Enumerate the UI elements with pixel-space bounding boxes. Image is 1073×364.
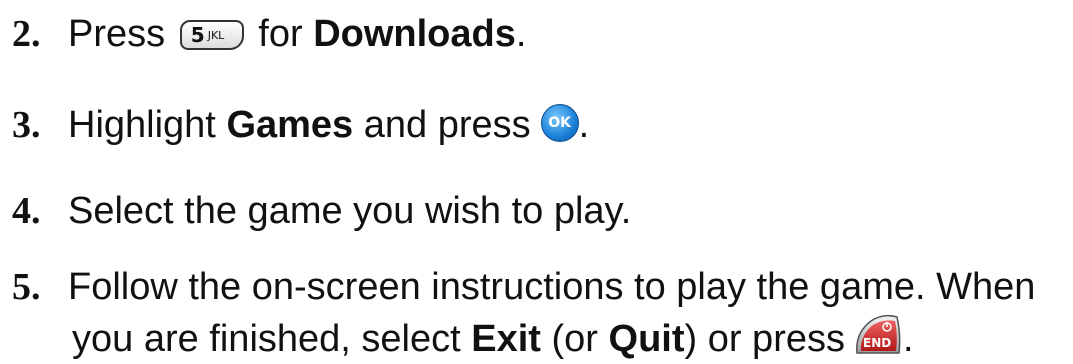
step-5-continuation: you are finished, select Exit (or Quit) …	[72, 313, 914, 361]
key-label: 5	[190, 23, 205, 47]
step-number: 5.	[12, 266, 41, 308]
menu-term-games: Games	[226, 104, 354, 146]
step-prefix: Press	[68, 13, 166, 55]
menu-term-exit: Exit	[471, 318, 541, 360]
step-text: Press 5 JKL for Downloads.	[68, 13, 526, 55]
step-prefix: Highlight	[68, 104, 216, 146]
step-4: 4. Select the game you wish to play.	[8, 189, 1068, 233]
step-text: Select the game you wish to play.	[68, 190, 632, 232]
step-2: 2. Press 5 JKL for Downloads.	[8, 12, 1068, 56]
ok-key-icon: OK	[540, 104, 579, 142]
step-number: 2.	[12, 13, 41, 55]
step-text: Highlight Games and press OK.	[68, 104, 589, 146]
step-middle-2: ) or press	[684, 318, 845, 360]
step-suffix: .	[515, 13, 527, 55]
menu-term-downloads: Downloads	[313, 13, 516, 55]
step-number: 4.	[12, 190, 41, 232]
key-5-jkl-icon: 5 JKL	[179, 20, 244, 50]
step-suffix: .	[902, 318, 914, 360]
key-sublabel: JKL	[207, 29, 225, 42]
step-middle: for	[258, 13, 303, 55]
step-3: 3. Highlight Games and press OK.	[8, 103, 1068, 147]
step-number: 3.	[12, 104, 41, 146]
step-suffix: .	[578, 104, 590, 146]
key-label: END	[863, 336, 891, 350]
key-label: OK	[548, 115, 572, 131]
step-middle: (or	[551, 318, 598, 360]
step-5: 5. Follow the on-screen instructions to p…	[8, 265, 1068, 309]
step-prefix: you are finished, select	[72, 318, 461, 360]
end-key-icon: END	[853, 313, 903, 359]
step-middle: and press	[363, 104, 531, 146]
step-text-line-1: Follow the on-screen instructions to pla…	[68, 266, 1036, 308]
menu-term-quit: Quit	[608, 318, 685, 360]
